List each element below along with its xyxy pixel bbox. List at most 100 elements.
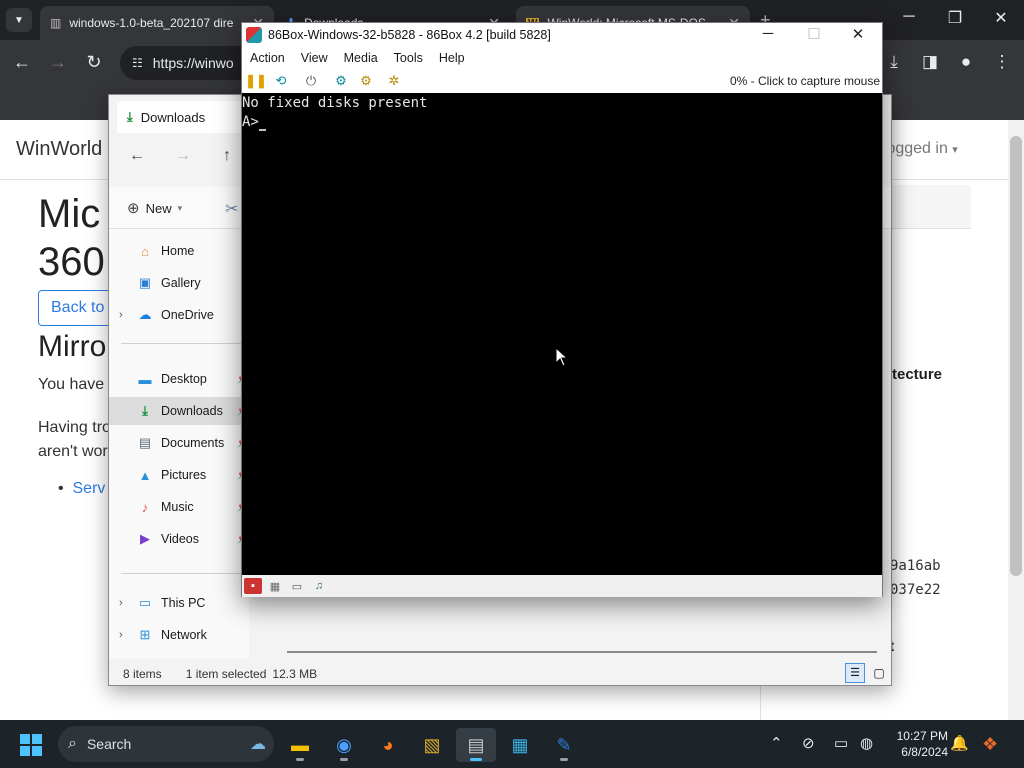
info-text: You have [38,376,105,393]
clock-date: 6/8/2024 [901,745,948,759]
reload-icon[interactable]: ↻ [82,52,106,73]
download-icon: ⤓ [127,109,133,124]
nav-item-gallery[interactable]: ▣ Gallery [109,269,249,297]
dos-output-line: No fixed disks present [242,95,428,111]
forward-arrow-icon[interactable]: → [175,147,191,165]
up-arrow-icon[interactable]: ↑ [223,147,231,165]
close-button[interactable]: ✕ [836,25,880,43]
power-icon[interactable]: ⏻ [300,71,322,91]
gallery-icon: ▣ [138,275,152,290]
firefox-icon[interactable]: ◕ [368,728,408,762]
floppy-icon[interactable]: ▪ [244,578,262,594]
details-view-icon[interactable]: ☰ [845,663,865,683]
capture-status: 0% - Click to capture mouse [729,74,880,88]
search-icon: ⌕ [68,735,77,752]
caret-down-icon: ▾ [952,144,958,156]
tiles-view-icon[interactable]: ▢ [869,663,889,683]
browser-tab-1[interactable]: ▥ windows-1.0-beta_202107 dire ✕ [40,6,274,40]
maximize-button[interactable]: ☐ [792,25,836,43]
nav-item-documents[interactable]: ▤Documents📌 [109,429,249,457]
this-pc-icon: ▭ [138,595,152,610]
nav-item-network[interactable]: › ⊞ Network [109,621,249,649]
cdrom-icon[interactable]: ▦ [266,578,284,594]
new-button[interactable]: ⊕ New ▾ [127,199,182,217]
search-placeholder: Search [86,736,132,752]
downloads-icon[interactable]: ⤓ [882,52,906,72]
item-count: 8 items [123,667,162,681]
volume-icon[interactable]: ◍ [860,734,873,752]
nav-item-downloads[interactable]: ⤓Downloads📌 [109,397,249,425]
page-scrollbar[interactable] [1008,120,1024,720]
maximize-button[interactable]: ❐ [932,8,978,28]
nav-item-this-pc[interactable]: › ▭ This PC [109,589,249,617]
divider [121,573,241,574]
tab-list-button[interactable]: ▼ [6,8,32,32]
server-link[interactable]: • Serv [58,480,105,498]
paint-icon[interactable]: ✎ [544,728,584,762]
network-offline-icon[interactable]: ⊘ [802,734,815,752]
back-arrow-icon[interactable]: ← [10,52,34,73]
pause-icon[interactable]: ❚❚ [245,71,267,91]
86box-window: 86Box-Windows-32-b5828 - 86Box 4.2 [buil… [241,22,883,597]
horizontal-scrollbar[interactable] [287,651,877,653]
back-arrow-icon[interactable]: ← [129,147,145,165]
network-icon: ⊞ [139,627,151,642]
nav-item-videos[interactable]: ▶Videos📌 [109,525,249,553]
site-info-icon[interactable]: ☷ [132,56,143,70]
nav-item-home[interactable]: ⌂ Home [109,237,249,265]
hash-value: 9a16ab [890,558,941,574]
nav-item-desktop[interactable]: ▬Desktop📌 [109,365,250,393]
menu-tools[interactable]: Tools [386,51,431,65]
menu-help[interactable]: Help [431,51,473,65]
file-explorer-icon[interactable]: ▬ [280,728,320,762]
sound-icon[interactable]: ♫ [310,578,328,594]
selection-size: 12.3 MB [272,667,318,681]
side-panel-icon[interactable]: ◨ [918,52,942,72]
menu-view[interactable]: View [293,51,336,65]
profile-icon[interactable]: ● [954,52,978,72]
status-bar: 8 items 1 item selected 12.3 MB [109,661,891,685]
cut-icon[interactable]: ✂ [225,199,238,219]
explorer-tab-title: Downloads [140,109,206,125]
settings-icon[interactable]: ✲ [383,71,405,91]
scroll-thumb[interactable] [1010,136,1022,576]
display-icon[interactable]: ▭ [834,734,848,752]
chevron-down-icon: ▾ [177,202,183,213]
menu-media[interactable]: Media [336,51,386,65]
86box-icon[interactable]: ▤ [456,728,496,762]
notepad-app-icon[interactable]: ▧ [412,728,452,762]
minimize-button[interactable]: ─ [886,8,932,26]
nav-item-music[interactable]: ♪Music📌 [109,493,249,521]
explorer-tab[interactable]: ⤓ Downloads [117,101,247,133]
emulator-screen[interactable]: No fixed disks present A> [242,93,882,575]
chevron-right-icon[interactable]: › [119,629,135,641]
minimize-button[interactable]: ─ [746,25,790,42]
menu-action[interactable]: Action [242,51,293,65]
taskbar-search[interactable]: ⌕ Search ☁ [58,726,274,762]
forward-arrow-icon[interactable]: → [46,52,70,73]
url-text: https://winwo [152,55,234,71]
photos-icon[interactable]: ▦ [500,728,540,762]
archive-icon: ▥ [50,16,62,30]
chevron-right-icon[interactable]: › [119,309,135,321]
reset-icon[interactable]: ⟲ [270,71,292,91]
tab-title: windows-1.0-beta_202107 dire [69,16,234,30]
network-card-icon[interactable]: ▭ [288,578,306,594]
notification-bell-icon[interactable]: 🔔 [950,734,969,752]
home-icon: ⌂ [141,243,149,259]
ctrl-alt-esc-icon[interactable]: ⚙ [355,71,377,91]
copilot-icon[interactable]: ❖ [982,734,998,755]
divider [121,343,241,344]
nav-item-pictures[interactable]: ▲Pictures📌 [109,461,249,489]
clock[interactable]: 10:27 PM 6/8/2024 [888,728,948,760]
chevron-up-icon[interactable]: ⌃ [770,734,783,752]
chrome-icon[interactable]: ◉ [324,728,364,762]
86box-toolbar: ❚❚ ⟲ ⏻ ⚙ ⚙ ✲ 0% - Click to capture mouse [242,69,882,93]
ctrl-alt-del-icon[interactable]: ⚙ [330,71,352,91]
chevron-right-icon[interactable]: › [119,597,135,609]
close-button[interactable]: ✕ [978,8,1024,28]
menu-icon[interactable]: ⋮ [990,52,1014,72]
start-button-icon[interactable] [20,734,42,756]
site-brand[interactable]: WinWorld [16,138,102,161]
nav-item-onedrive[interactable]: › ☁ OneDrive [109,301,249,329]
